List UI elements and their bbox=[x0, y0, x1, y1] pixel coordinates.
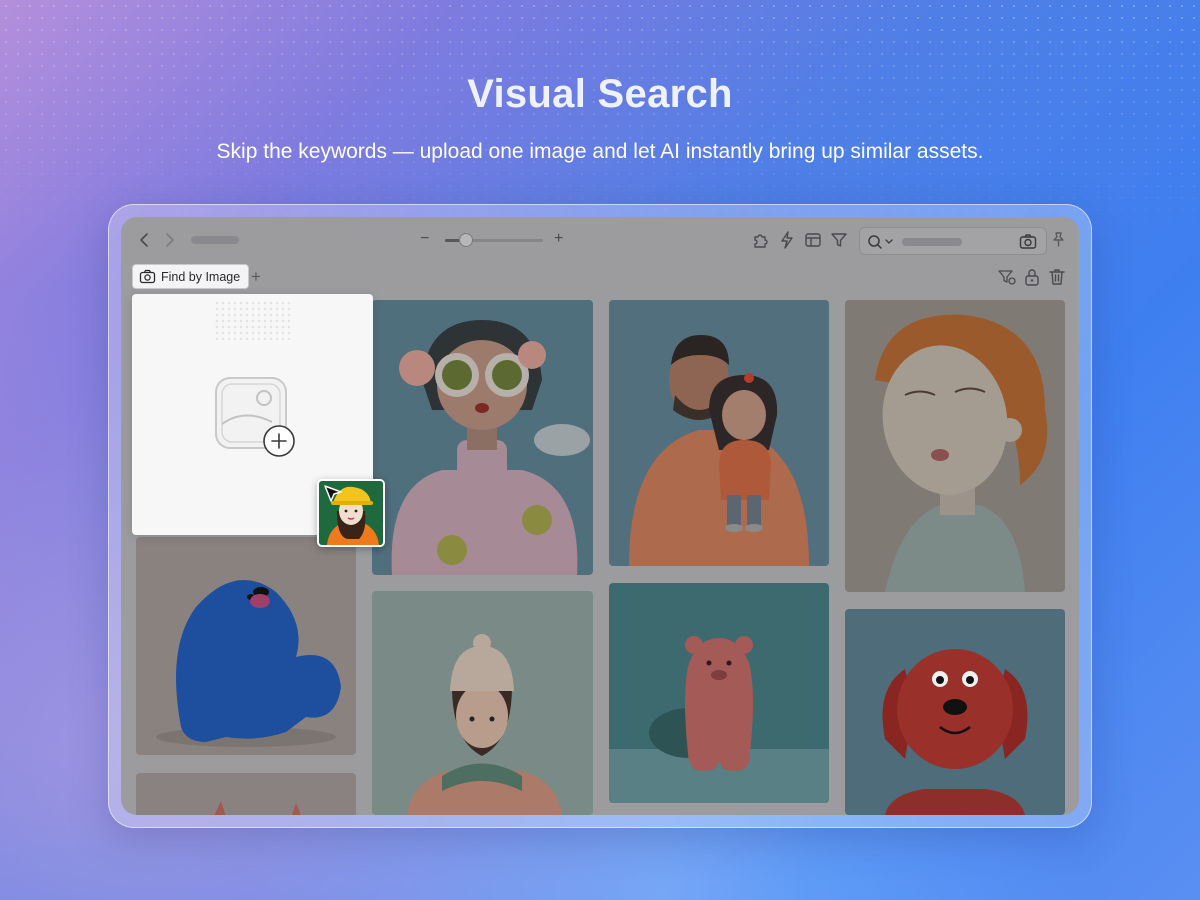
man-holding-girl-doll-image bbox=[609, 300, 829, 566]
filter-button[interactable] bbox=[829, 230, 849, 252]
doll-in-beige-beanie-image bbox=[372, 591, 593, 815]
partial-image bbox=[136, 773, 356, 815]
gallery-item-doll-sunglasses[interactable] bbox=[372, 300, 593, 575]
gallery-item-blue-monster[interactable] bbox=[136, 537, 356, 755]
layout-button[interactable] bbox=[803, 230, 823, 252]
doll-with-sunglasses-image bbox=[372, 300, 593, 575]
sleeping-clay-woman-image bbox=[845, 300, 1065, 592]
camera-search-button[interactable] bbox=[1018, 232, 1038, 257]
filter-settings-icon bbox=[998, 270, 1016, 285]
app-window: − + Find by Image + bbox=[121, 217, 1079, 815]
gallery-item-pink-bear[interactable] bbox=[609, 583, 829, 803]
add-tab-button[interactable]: + bbox=[251, 268, 261, 285]
pin-icon bbox=[1053, 232, 1064, 247]
back-button[interactable] bbox=[137, 231, 153, 251]
device-frame: − + Find by Image + bbox=[108, 204, 1092, 828]
forward-button[interactable] bbox=[161, 231, 177, 251]
camera-search-icon bbox=[139, 269, 156, 283]
gallery-item-man-holding-doll[interactable] bbox=[609, 300, 829, 566]
search-scope-dropdown[interactable] bbox=[866, 233, 896, 256]
search-icon bbox=[868, 235, 893, 249]
gallery-item-doll-beanie[interactable] bbox=[372, 591, 593, 815]
gallery-item-partial[interactable] bbox=[136, 773, 356, 815]
image-add-icon bbox=[215, 377, 295, 457]
lock-button[interactable] bbox=[1022, 267, 1042, 289]
red-dog-figure-image bbox=[845, 609, 1065, 815]
page-headline: Visual Search bbox=[467, 72, 733, 116]
camera-search-icon bbox=[1019, 234, 1037, 249]
chevron-right-icon bbox=[166, 233, 174, 247]
chevron-left-icon bbox=[140, 233, 148, 247]
zoom-slider-thumb[interactable] bbox=[459, 233, 473, 247]
blue-furry-monster-image bbox=[136, 537, 356, 755]
cursor-icon bbox=[324, 485, 342, 502]
pin-button[interactable] bbox=[1048, 230, 1068, 252]
search-placeholder bbox=[902, 238, 962, 246]
extensions-button[interactable] bbox=[751, 230, 771, 252]
bolt-icon bbox=[781, 231, 793, 249]
page-subline: Skip the keywords — upload one image and… bbox=[216, 140, 984, 163]
trash-icon bbox=[1049, 269, 1065, 285]
gallery-item-sleeping-woman[interactable] bbox=[845, 300, 1065, 592]
tab-label: Find by Image bbox=[161, 269, 241, 284]
zoom-out-button[interactable]: − bbox=[420, 231, 429, 247]
actions-button[interactable] bbox=[777, 230, 797, 252]
puzzle-icon bbox=[754, 234, 768, 248]
dragged-image-thumbnail[interactable] bbox=[317, 479, 385, 547]
pink-bear-figure-image bbox=[609, 583, 829, 803]
tab-find-by-image[interactable]: Find by Image bbox=[132, 264, 250, 289]
filter-settings-button[interactable] bbox=[997, 267, 1017, 289]
search-input[interactable] bbox=[859, 227, 1047, 255]
trash-button[interactable] bbox=[1047, 267, 1067, 289]
lock-icon bbox=[1025, 269, 1039, 286]
zoom-in-button[interactable]: + bbox=[554, 231, 563, 247]
layout-icon bbox=[805, 233, 821, 247]
breadcrumb-placeholder bbox=[191, 236, 239, 244]
drop-zone-dot-pattern bbox=[214, 300, 294, 340]
filter-icon bbox=[831, 233, 847, 247]
toolbar: − + bbox=[121, 217, 1079, 263]
gallery-item-red-dog[interactable] bbox=[845, 609, 1065, 815]
